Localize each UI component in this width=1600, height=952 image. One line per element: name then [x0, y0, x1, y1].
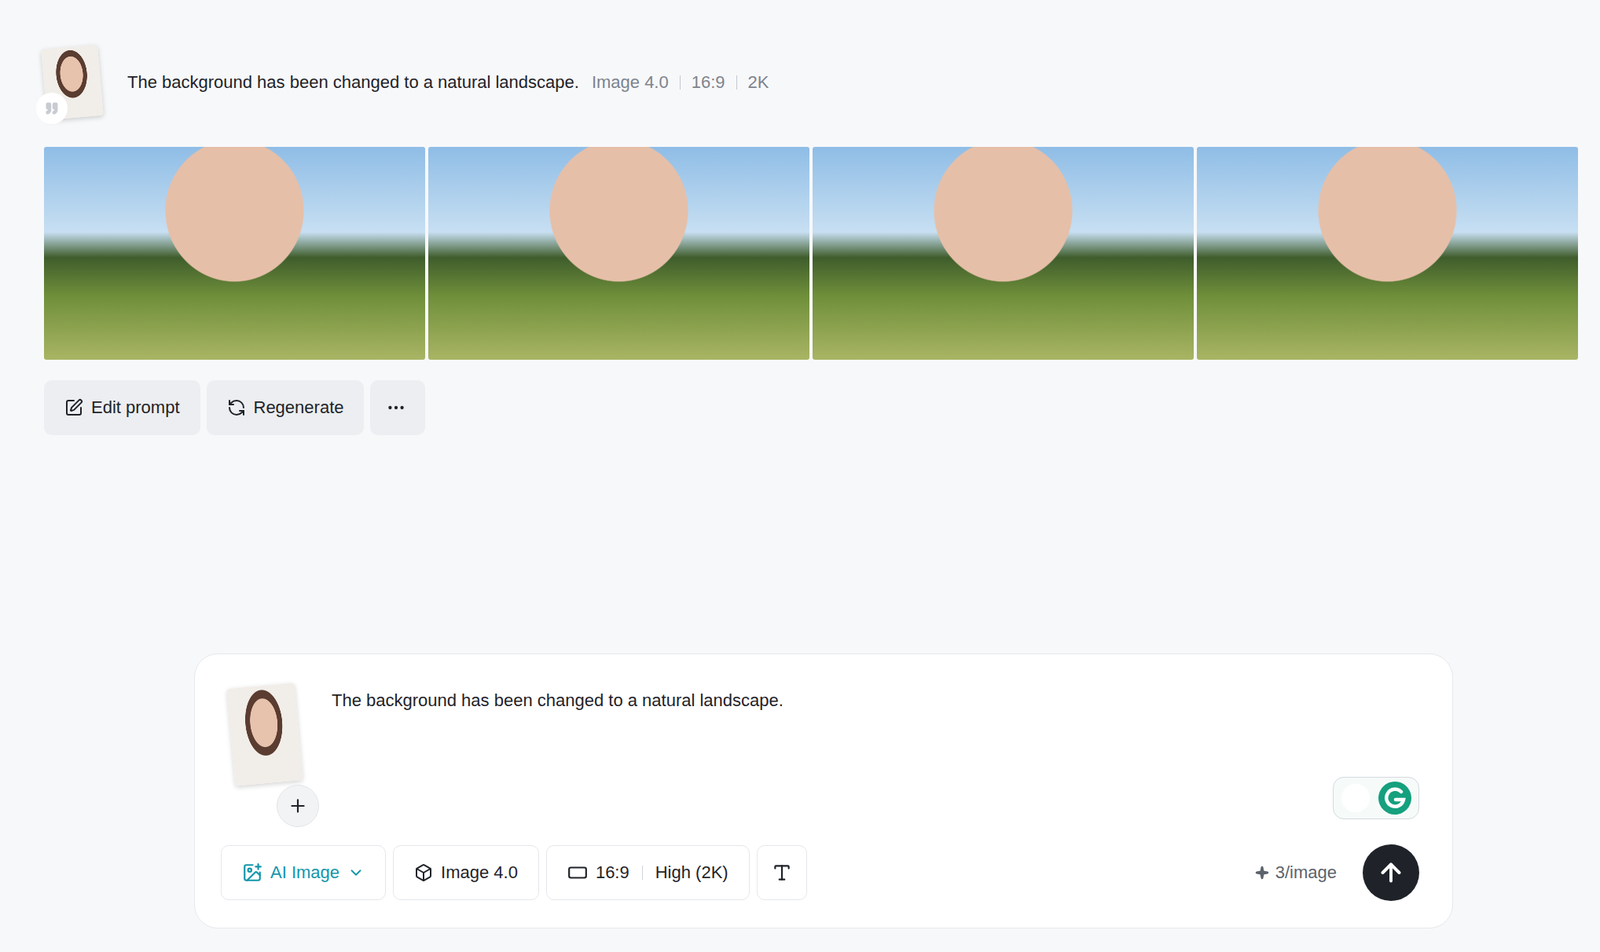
history-prompt-row: The background has been changed to a nat…: [127, 70, 769, 95]
regenerate-button[interactable]: Regenerate: [206, 380, 365, 436]
composer-thumbnail[interactable]: [231, 686, 299, 820]
plus-icon[interactable]: [276, 785, 320, 828]
send-button[interactable]: [1362, 844, 1420, 902]
meta-separator: [736, 75, 738, 90]
arrow-up-icon: [1376, 858, 1406, 888]
chevron-down-icon: [347, 864, 365, 882]
history-actions: Edit promptRegenerate: [44, 380, 1578, 436]
model-select[interactable]: Image 4.0: [392, 845, 540, 901]
meta-separator: [679, 75, 681, 90]
ai-image-icon: [242, 862, 263, 884]
toolbar-separator: [642, 866, 643, 881]
grammarly-widget[interactable]: [1332, 777, 1420, 820]
more-icon: [385, 397, 407, 419]
history-meta: Image 4.0 16:9 2K: [591, 72, 770, 93]
generated-images: [44, 146, 1578, 360]
composer-toolbar: AI ImageImage 4.016:9High (2K) 3/image: [220, 844, 1420, 902]
text-icon: [771, 862, 793, 884]
mode-select[interactable]: AI Image: [220, 845, 386, 901]
edit-icon: [64, 398, 84, 418]
generated-image[interactable]: [1196, 146, 1578, 360]
composer-photo: [227, 682, 303, 786]
history-header: The background has been changed to a nat…: [44, 47, 1578, 118]
meta-item: 16:9: [691, 72, 726, 93]
meta-item: 2K: [748, 72, 770, 93]
meta-item: Image 4.0: [591, 72, 669, 93]
regenerate-icon: [227, 398, 246, 418]
generated-image[interactable]: [812, 146, 1194, 360]
ratio-icon: [567, 862, 588, 884]
ratio-quality-select[interactable]: 16:9High (2K): [546, 845, 750, 901]
history-prompt: The background has been changed to a nat…: [127, 70, 580, 95]
reference-thumbnail[interactable]: [44, 47, 101, 118]
composer-input-row: The background has been changed to a nat…: [220, 686, 1420, 820]
composer: The background has been changed to a nat…: [194, 653, 1454, 929]
lightbulb-icon: [1339, 782, 1372, 815]
page: The background has been changed to a nat…: [0, 0, 1600, 952]
sparkle-icon: [1255, 866, 1270, 881]
generated-image[interactable]: [428, 146, 810, 360]
more-button[interactable]: [370, 380, 426, 436]
grammarly-icon: [1377, 781, 1413, 816]
prompt-input[interactable]: The background has been changed to a nat…: [331, 686, 1300, 820]
cost-label: 3/image: [1255, 862, 1337, 884]
generated-image[interactable]: [44, 146, 426, 360]
text-style-button[interactable]: [756, 845, 808, 901]
quote-icon: [36, 92, 68, 125]
edit-button[interactable]: Edit prompt: [44, 380, 201, 436]
cube-icon: [414, 863, 434, 883]
